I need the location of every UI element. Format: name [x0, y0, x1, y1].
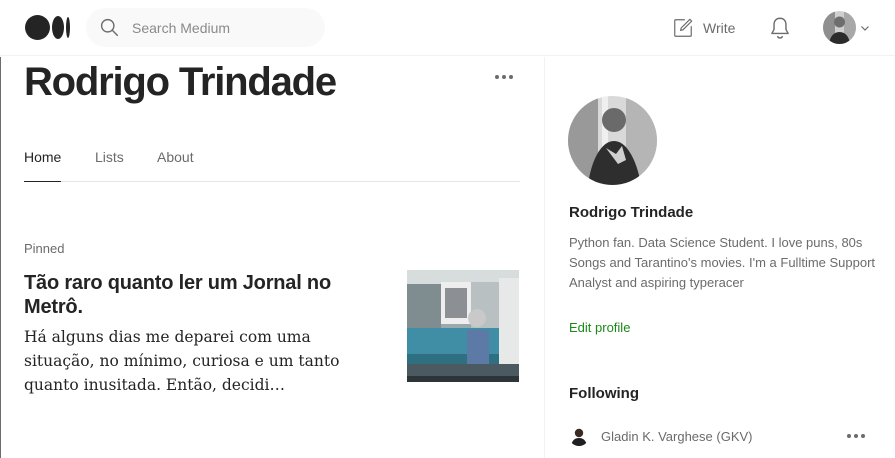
write-icon — [674, 18, 693, 37]
profile-avatar[interactable] — [568, 96, 657, 185]
tab-lists[interactable]: Lists — [95, 149, 124, 182]
pinned-label: Pinned — [24, 241, 65, 256]
search-icon — [100, 18, 119, 37]
medium-logo[interactable] — [25, 15, 71, 40]
following-item: Gladin K. Varghese (GKV) — [569, 426, 869, 448]
bell-icon[interactable] — [767, 15, 793, 41]
search-box[interactable] — [86, 8, 325, 47]
profile-bio: Python fan. Data Science Student. I love… — [569, 235, 876, 290]
avatar — [823, 11, 856, 44]
following-more-button[interactable] — [846, 431, 866, 441]
search-input[interactable] — [132, 18, 312, 38]
tab-home[interactable]: Home — [24, 149, 62, 182]
following-avatar[interactable] — [569, 426, 589, 446]
page-title: Rodrigo Trindade — [24, 60, 337, 104]
top-navigation-bar: Write — [0, 0, 895, 56]
post-excerpt[interactable]: Há alguns dias me deparei com uma situaç… — [24, 325, 352, 397]
column-divider — [544, 57, 545, 458]
tab-about[interactable]: About — [157, 149, 194, 182]
post-thumbnail[interactable] — [407, 270, 519, 382]
main-column — [0, 57, 544, 458]
sidebar-profile-name: Rodrigo Trindade — [569, 204, 694, 221]
user-menu-button[interactable] — [823, 11, 870, 44]
following-heading: Following — [569, 385, 639, 402]
more-icon — [495, 75, 499, 79]
profile-tabs: Home Lists About — [24, 145, 520, 182]
more-options-button[interactable] — [494, 70, 514, 84]
chevron-down-icon — [861, 25, 869, 31]
more-icon — [847, 434, 851, 438]
write-button[interactable]: Write — [672, 15, 735, 41]
following-name[interactable]: Gladin K. Varghese (GKV) — [601, 429, 753, 444]
edit-profile-link[interactable]: Edit profile — [569, 320, 630, 335]
write-label: Write — [703, 20, 736, 36]
post-title[interactable]: Tão raro quanto ler um Jornal no Metrô. — [24, 271, 354, 319]
